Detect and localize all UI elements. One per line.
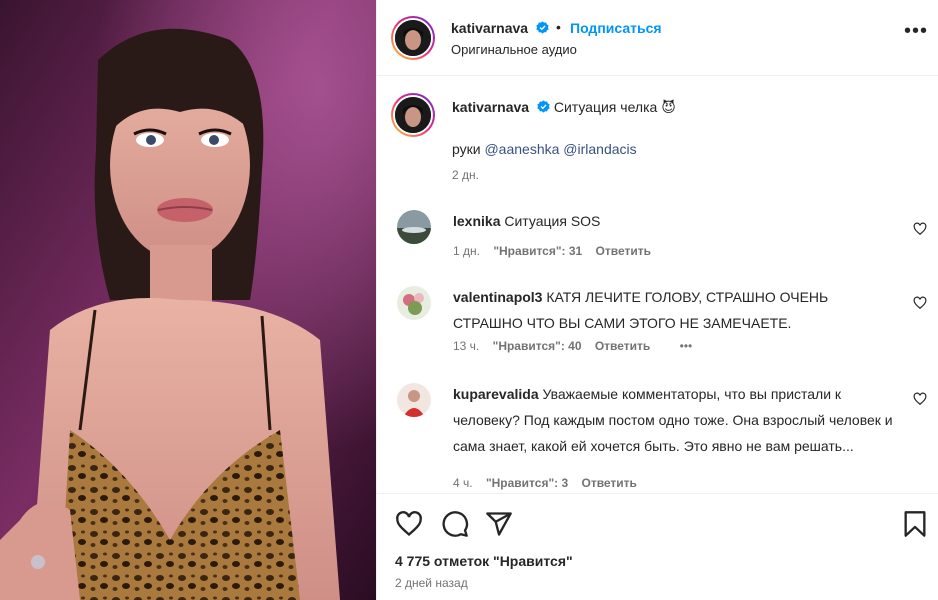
- comment-time[interactable]: 1 дн.: [453, 244, 480, 258]
- reel-video-frame: [0, 0, 376, 600]
- comment-username[interactable]: kuparevalida: [453, 386, 539, 402]
- comment-username[interactable]: lexnika: [453, 213, 500, 229]
- comment-avatar[interactable]: [397, 286, 431, 320]
- comment-avatar-image: [397, 286, 431, 320]
- caption-timestamp[interactable]: 2 дн.: [452, 168, 479, 182]
- comment-meta: 13 ч. "Нравится": 40 Ответить •••: [453, 339, 702, 353]
- comment-avatar-image: [397, 210, 431, 244]
- comments-list[interactable]: kativarnava Ситуация челка 😈 руки @aanes…: [377, 77, 938, 493]
- audio-label[interactable]: Оригинальное аудио: [451, 42, 577, 57]
- reply-button[interactable]: Ответить: [596, 244, 651, 258]
- comment-likes[interactable]: "Нравится": 40: [493, 339, 582, 353]
- caption-username[interactable]: kativarnava: [452, 99, 529, 115]
- like-count[interactable]: 4 775 отметок "Нравится": [395, 553, 573, 569]
- caption-hands-label: руки: [452, 141, 481, 157]
- more-options-icon[interactable]: •••: [904, 21, 928, 41]
- verified-badge-icon: [536, 21, 549, 34]
- like-heart-icon[interactable]: [395, 510, 423, 538]
- author-avatar[interactable]: [391, 16, 435, 60]
- caption-verified-icon: [537, 100, 550, 113]
- follow-button[interactable]: Подписаться: [570, 20, 662, 36]
- mention-aaneshka[interactable]: @aaneshka: [484, 141, 559, 157]
- comment-avatar-image: [397, 383, 431, 417]
- post-timestamp[interactable]: 2 дней назад: [395, 576, 468, 590]
- share-icon[interactable]: [485, 510, 513, 538]
- reel-video[interactable]: [0, 0, 376, 600]
- comment-likes[interactable]: "Нравится": 31: [493, 244, 582, 258]
- comment-meta: 1 дн. "Нравится": 31 Ответить: [453, 244, 661, 258]
- comment-text: Ситуация SOS: [504, 213, 601, 229]
- comment-body: valentinapol3 КАТЯ ЛЕЧИТЕ ГОЛОВУ, СТРАШН…: [453, 284, 893, 336]
- post-actions: 4 775 отметок "Нравится" 2 дней назад: [377, 493, 938, 600]
- author-avatar-image: [395, 20, 431, 56]
- caption-avatar[interactable]: [391, 93, 435, 137]
- post-header: kativarnava • Подписаться Оригинальное а…: [377, 0, 938, 76]
- heart-icon[interactable]: [913, 222, 927, 236]
- reply-button[interactable]: Ответить: [581, 476, 636, 490]
- comment-likes[interactable]: "Нравится": 3: [486, 476, 568, 490]
- heart-icon[interactable]: [913, 392, 927, 406]
- comment-time[interactable]: 13 ч.: [453, 339, 479, 353]
- post-sidebar: kativarnava • Подписаться Оригинальное а…: [376, 0, 938, 600]
- devil-emoji-icon: 😈: [661, 99, 676, 115]
- author-username-text[interactable]: kativarnava: [451, 20, 528, 36]
- comment-avatar[interactable]: [397, 383, 431, 417]
- comment-meta: 4 ч. "Нравится": 3 Ответить: [453, 476, 647, 490]
- header-separator: •: [556, 19, 561, 35]
- author-username[interactable]: kativarnava: [451, 20, 549, 36]
- mention-irlandacis[interactable]: @irlandacis: [563, 141, 636, 157]
- bookmark-icon[interactable]: [901, 510, 929, 538]
- heart-icon[interactable]: [913, 296, 927, 310]
- comment-icon[interactable]: [441, 510, 469, 538]
- caption-line-1: kativarnava Ситуация челка 😈: [452, 94, 892, 120]
- comment-body: kuparevalida Уважаемые комментаторы, что…: [453, 381, 893, 459]
- comment-time[interactable]: 4 ч.: [453, 476, 473, 490]
- comment-username[interactable]: valentinapol3: [453, 289, 542, 305]
- comment-avatar[interactable]: [397, 210, 431, 244]
- reply-button[interactable]: Ответить: [595, 339, 650, 353]
- caption-avatar-image: [395, 97, 431, 133]
- caption-line-2: руки @aaneshka @irlandacis: [452, 136, 892, 162]
- comment-body: lexnika Ситуация SOS: [453, 208, 893, 234]
- post-view: kativarnava • Подписаться Оригинальное а…: [0, 0, 938, 600]
- caption-text: Ситуация челка: [553, 99, 658, 115]
- comment-more-icon[interactable]: •••: [680, 339, 693, 353]
